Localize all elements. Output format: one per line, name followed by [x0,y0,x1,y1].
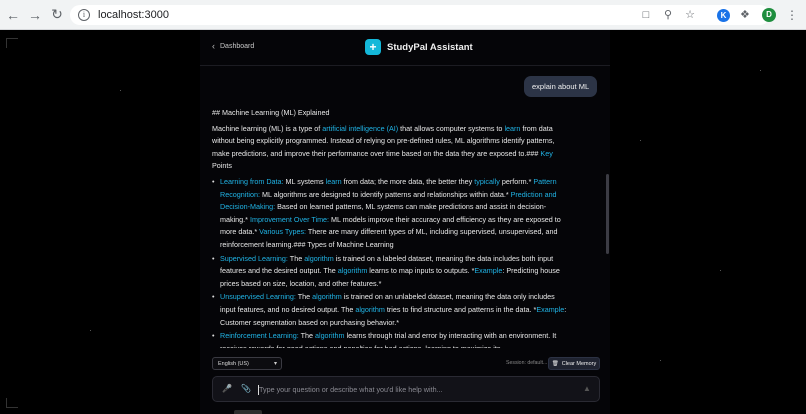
microphone-icon[interactable]: 🎤 [222,384,232,395]
assistant-heading: ## Machine Learning (ML) Explained [212,108,330,117]
highlighted-term: Various Types: [259,227,307,237]
key-points-list: Learning from Data: ML systems learn fro… [212,176,570,348]
taskbar-indicator [234,410,262,414]
highlighted-term: algorithm [355,304,385,314]
highlighted-term: Example [536,304,565,314]
chevron-down-icon: ▾ [273,361,277,367]
background-star [90,330,91,331]
forward-arrow-icon[interactable]: → [26,6,44,24]
app-title: + StudyPal Assistant [365,39,473,55]
background-star [120,90,121,91]
chat-toolbar: English (US) ▾ Session: default... 🗑 Cle… [212,357,602,371]
background-star [760,70,761,71]
message-input[interactable] [259,382,579,397]
text-segment: Points [212,161,232,171]
send-icon[interactable]: ▲ [583,384,591,393]
assistant-message: ## Machine Learning (ML) Explained Machi… [212,107,570,348]
chat-header: ‹ Dashboard + StudyPal Assistant [200,30,610,66]
highlighted-term: algorithm [337,266,368,276]
message-composer: 🎤 📎 ▲ [212,376,600,402]
highlighted-term: learn [504,123,521,133]
back-to-dashboard-link[interactable]: ‹ Dashboard [212,41,254,51]
list-item: Learning from Data: ML systems learn fro… [212,176,570,252]
user-message: explain about ML [524,76,598,97]
highlighted-term: algorithm [314,331,345,341]
paperclip-icon[interactable]: 📎 [241,384,251,395]
list-item: Unsupervised Learning: The algorithm is … [212,291,570,329]
highlighted-term: learn [325,176,342,186]
back-arrow-icon[interactable]: ← [4,6,22,24]
scrollbar[interactable] [606,174,609,254]
app-background: ‹ Dashboard + StudyPal Assistant explain… [0,30,806,414]
highlighted-term: Key [540,148,553,158]
text-segment: perform.* [499,176,534,186]
session-label: Session: default... [506,360,548,366]
frame-corner [6,38,18,48]
trash-icon: 🗑 [551,360,559,367]
highlighted-term: algorithm [312,292,342,302]
list-item: Reinforcement Learning: The algorithm le… [212,330,570,348]
site-info-icon[interactable]: i [78,9,90,21]
assistant-intro: Machine learning (ML) is a type of artif… [212,123,570,173]
chevron-left-icon: ‹ [212,41,215,51]
extensions-puzzle-icon[interactable]: ❖ [740,9,752,21]
clear-memory-label: Clear Memory [561,360,597,367]
text-segment: learns to map inputs to outputs. * [367,266,475,276]
language-value: English (US) [218,360,249,367]
frame-corner [6,398,18,408]
highlighted-term: algorithm [304,253,334,263]
bookmark-star-icon[interactable]: ☆ [684,9,696,21]
background-star [720,270,721,271]
text-segment: The [298,331,315,341]
install-app-icon[interactable]: □ [640,9,652,21]
background-star [640,140,641,141]
text-segment: ML systems [283,176,326,186]
highlighted-term: Improvement Over Time: [249,214,330,224]
list-item: Supervised Learning: The algorithm is tr… [212,253,570,291]
text-segment: Machine learning (ML) is a type of [212,123,323,133]
back-label: Dashboard [220,42,255,50]
text-segment: The [287,253,305,263]
url-text: localhost:3000 [98,9,169,21]
highlighted-term: typically [474,176,500,186]
highlighted-term: Example [474,266,503,276]
chat-panel: ‹ Dashboard + StudyPal Assistant explain… [200,30,610,414]
text-segment: from data; the more data, the better the… [341,176,475,186]
highlighted-term: artificial intelligence (AI) [322,123,399,133]
text-segment: The [295,292,313,302]
highlighted-term: Supervised Learning: [220,253,288,263]
clear-memory-button[interactable]: 🗑 Clear Memory [548,357,600,370]
profile-avatar[interactable]: D [762,8,776,22]
highlighted-term: Reinforcement Learning: [220,331,299,341]
highlighted-term: Unsupervised Learning: [220,292,296,302]
text-segment: ML algorithms are designed to identify p… [259,189,511,199]
plus-icon: + [365,39,381,55]
extension-icon[interactable]: K [717,8,730,22]
browser-menu-icon[interactable]: ⋮ [786,9,798,21]
highlighted-term: Learning from Data: [220,176,284,186]
page-title: StudyPal Assistant [387,41,473,53]
background-star [660,360,661,361]
language-select[interactable]: English (US) ▾ [212,357,282,370]
reload-icon[interactable]: ↻ [48,6,66,24]
zoom-icon[interactable]: ⚲ [662,9,674,21]
text-segment: tries to find structure and patterns in … [384,304,537,314]
browser-toolbar: ← → ↻ i localhost:3000 □ ⚲ ☆ K ❖ D ⋮ [0,0,806,30]
text-segment: that allows computer systems to [398,123,505,133]
